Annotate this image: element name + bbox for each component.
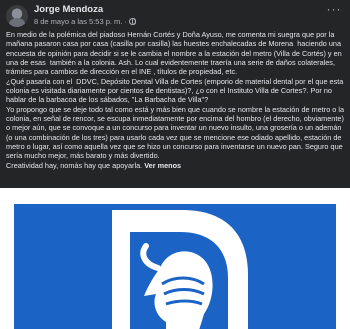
post-body: En medio de la polémica del piadoso Hern… [6, 30, 345, 170]
author-avatar[interactable] [6, 5, 28, 27]
villa-de-cortes-metro-logo [112, 210, 248, 329]
post-image[interactable] [0, 188, 350, 329]
post-timestamp[interactable]: 8 de mayo a las 5:53 p. m. · [34, 17, 129, 26]
metro-logo-background [14, 204, 336, 329]
post-text: En medio de la polémica del piadoso Hern… [6, 30, 346, 170]
author-name[interactable]: Jorge Mendoza [34, 4, 103, 15]
post-header: Jorge Mendoza 8 de mayo a las 5:53 p. m.… [6, 3, 344, 30]
facebook-post: Jorge Mendoza 8 de mayo a las 5:53 p. m.… [0, 0, 350, 329]
globe-icon [129, 18, 137, 25]
post-meta: 8 de mayo a las 5:53 p. m. · [34, 17, 137, 26]
more-options-icon[interactable]: ··· [326, 3, 342, 16]
see-less-link[interactable]: Ver menos [144, 161, 181, 170]
